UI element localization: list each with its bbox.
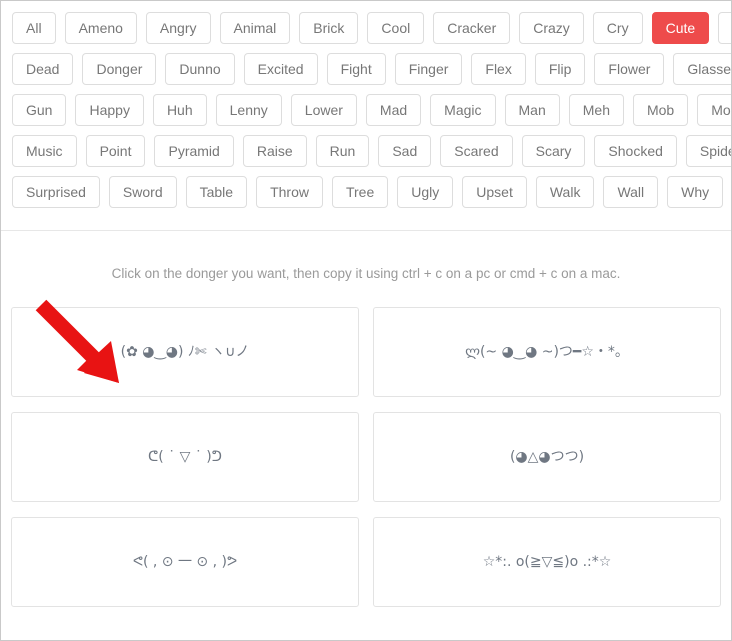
tag-button-cry[interactable]: Cry	[592, 12, 643, 44]
tag-button-spider[interactable]: Spider	[685, 135, 731, 167]
tag-button-sad[interactable]: Sad	[378, 135, 432, 167]
tag-button-mob[interactable]: Mob	[632, 94, 689, 126]
tag-row: All Ameno Angry Animal Brick Cool Cracker Crazy…	[12, 12, 731, 44]
tag-button-crazy[interactable]: Crazy	[519, 12, 584, 44]
tag-button-excited[interactable]: Excited	[243, 53, 318, 85]
donger-text: ლ(~ ◕‿◕ ~)つ━☆・*。	[465, 343, 629, 360]
donger-card[interactable]: ᕦ( ˙ ▽ ˙ )ᕤ	[11, 412, 359, 502]
tag-button-surprised[interactable]: Surprised	[12, 176, 100, 208]
donger-text: ᕙ( , ⊙ 一 ⊙ , )ᕗ	[132, 553, 238, 570]
donger-text: ☆*:. o(≧▽≦)o .:*☆	[482, 553, 612, 570]
tag-button-brick[interactable]: Brick	[299, 12, 359, 44]
tag-button-happy[interactable]: Happy	[75, 94, 144, 126]
donger-card[interactable]: ☆*:. o(≧▽≦)o .:*☆	[373, 517, 721, 607]
tag-button-table[interactable]: Table	[185, 176, 248, 208]
tag-button-point[interactable]: Point	[85, 135, 146, 167]
tag-button-animal[interactable]: Animal	[219, 12, 291, 44]
tag-button-cracker[interactable]: Cracker	[433, 12, 511, 44]
donger-card[interactable]: (◕△◕つつ)	[373, 412, 721, 502]
tag-button-gun[interactable]: Gun	[12, 94, 67, 126]
tag-row: Gun Happy Huh Lenny Lower Mad Magic Man Meh Mob Mo…	[12, 94, 731, 126]
donger-results-section: Click on the donger you want, then copy …	[1, 231, 731, 622]
tag-button-why[interactable]: Why	[667, 176, 724, 208]
tag-button-tree[interactable]: Tree	[331, 176, 389, 208]
donger-text: (✿ ◕‿◕) ﾉ✄ ヽ∪ノ	[120, 343, 250, 360]
donger-card[interactable]: (✿ ◕‿◕) ﾉ✄ ヽ∪ノ	[11, 307, 359, 397]
donger-card[interactable]: ᕙ( , ⊙ 一 ⊙ , )ᕗ	[11, 517, 359, 607]
tag-button-meh[interactable]: Meh	[568, 94, 624, 126]
tag-button-dance[interactable]: Dance	[718, 12, 731, 44]
donger-card-grid: (✿ ◕‿◕) ﾉ✄ ヽ∪ノ ლ(~ ◕‿◕ ~)つ━☆・*。 ᕦ( ˙ ▽ ˙ )…	[11, 307, 721, 622]
tag-filter-panel: All Ameno Angry Animal Brick Cool Cracker Crazy…	[1, 1, 731, 221]
tag-button-run[interactable]: Run	[315, 135, 370, 167]
tag-button-dunno[interactable]: Dunno	[165, 53, 235, 85]
donger-text: ᕦ( ˙ ▽ ˙ )ᕤ	[148, 448, 222, 465]
tag-button-fight[interactable]: Fight	[326, 53, 386, 85]
tag-row: Dead Donger Dunno Excited Fight Finger Flex Fli…	[12, 53, 731, 85]
tag-button-glasses[interactable]: Glasses	[673, 53, 731, 85]
tag-button-flip[interactable]: Flip	[534, 53, 586, 85]
donger-list-page: All Ameno Angry Animal Brick Cool Cracker Crazy…	[0, 0, 732, 641]
copy-instructions: Click on the donger you want, then copy …	[111, 266, 621, 281]
tag-button-magic[interactable]: Magic	[430, 94, 496, 126]
tag-button-mad[interactable]: Mad	[365, 94, 422, 126]
donger-card[interactable]: ლ(~ ◕‿◕ ~)つ━☆・*。	[373, 307, 721, 397]
tag-button-donger[interactable]: Donger	[82, 53, 157, 85]
tag-button-scary[interactable]: Scary	[521, 135, 586, 167]
tag-button-flex[interactable]: Flex	[471, 53, 526, 85]
tag-button-pyramid[interactable]: Pyramid	[154, 135, 234, 167]
tag-button-sword[interactable]: Sword	[108, 176, 177, 208]
tag-button-huh[interactable]: Huh	[152, 94, 207, 126]
tag-button-raise[interactable]: Raise	[242, 135, 307, 167]
tag-button-finger[interactable]: Finger	[394, 53, 463, 85]
tag-row: Music Point Pyramid Raise Run Sad Scared Scary S…	[12, 135, 731, 167]
donger-text: (◕△◕つつ)	[509, 448, 585, 465]
tag-button-wall[interactable]: Wall	[603, 176, 659, 208]
tag-button-all[interactable]: All	[12, 12, 56, 44]
tag-button-cool[interactable]: Cool	[367, 12, 425, 44]
tag-row: Surprised Sword Table Throw Tree Ugly Upset Wal…	[12, 176, 724, 208]
tag-button-music[interactable]: Music	[12, 135, 77, 167]
tag-button-shocked[interactable]: Shocked	[594, 135, 677, 167]
tag-button-scared[interactable]: Scared	[440, 135, 513, 167]
tag-button-ugly[interactable]: Ugly	[397, 176, 454, 208]
tag-button-cute[interactable]: Cute	[651, 12, 710, 44]
tag-button-throw[interactable]: Throw	[256, 176, 323, 208]
tag-button-ameno[interactable]: Ameno	[64, 12, 137, 44]
tag-button-lower[interactable]: Lower	[290, 94, 357, 126]
tag-button-lenny[interactable]: Lenny	[215, 94, 282, 126]
tag-button-monocle[interactable]: Monocle	[697, 94, 731, 126]
tag-button-dead[interactable]: Dead	[12, 53, 74, 85]
tag-button-man[interactable]: Man	[504, 94, 560, 126]
tag-button-flower[interactable]: Flower	[594, 53, 665, 85]
tag-button-walk[interactable]: Walk	[535, 176, 595, 208]
tag-button-angry[interactable]: Angry	[145, 12, 211, 44]
tag-button-upset[interactable]: Upset	[462, 176, 527, 208]
